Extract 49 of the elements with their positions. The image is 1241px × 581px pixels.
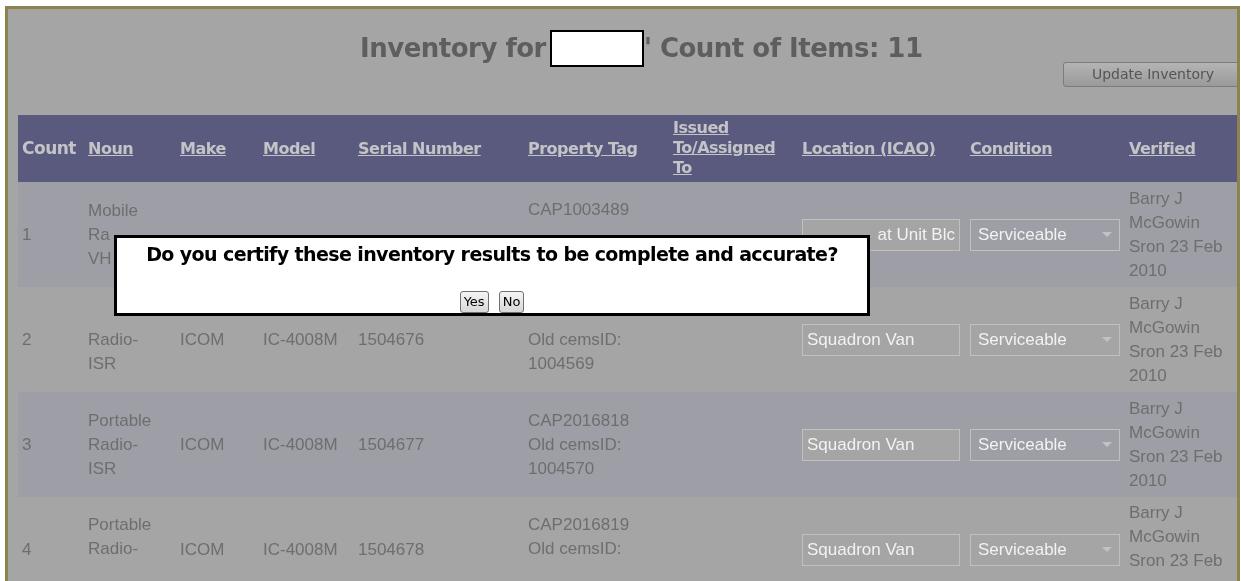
column-sort-link[interactable]: Property Tag (528, 138, 638, 159)
dropdown-caret-icon (1102, 232, 1112, 237)
cell-text: Mobile (88, 199, 139, 222)
dialog-button[interactable]: Yes (459, 290, 489, 313)
dialog-button[interactable]: No (498, 290, 525, 313)
condition-dropdown[interactable]: Serviceable (970, 323, 1120, 356)
condition-dropdown[interactable]: Serviceable (970, 218, 1120, 251)
cell-text: 1004570 (528, 457, 595, 480)
column-sort-link[interactable]: Location (ICAO) (802, 138, 936, 159)
cell-text: McGowin (1129, 421, 1200, 444)
cell-text: McGowin (1129, 211, 1200, 234)
condition-dropdown[interactable]: Serviceable (970, 428, 1120, 461)
cell-text: 3 (22, 433, 32, 456)
cell-text: Barry J (1129, 397, 1183, 420)
cell-text: IC-4008M (263, 433, 338, 456)
page-title: ' Count of Items: 11 (643, 32, 923, 65)
dropdown-caret-icon (1102, 337, 1112, 342)
location-field[interactable]: Squadron Van (802, 323, 960, 356)
column-sort-link[interactable]: Issued To/Assigned To (673, 117, 785, 178)
update-inventory-button[interactable]: Update Inventory (1063, 62, 1237, 87)
location-field[interactable]: Squadron Van (802, 533, 960, 566)
cell-text: CAP1003489 (528, 199, 630, 221)
column-sort-link[interactable]: Verified (1129, 138, 1196, 159)
cell-text: 2010 (1129, 469, 1167, 492)
cell-text: 2010 (1129, 259, 1167, 282)
cell-text: Ra (88, 223, 110, 246)
cell-text: VH (88, 247, 112, 270)
column-sort-link[interactable]: Serial Number (358, 138, 481, 159)
column-sort-link[interactable]: Noun (88, 138, 134, 159)
cell-text: Sron 23 Feb (1129, 445, 1223, 468)
cell-text: Barry J (1129, 187, 1183, 210)
page-title: Inventory for (360, 32, 546, 65)
column-header: Count (22, 136, 76, 160)
column-sort-link[interactable]: Model (263, 138, 316, 159)
cell-text: ISR (88, 457, 117, 480)
cell-text: Sron 23 Feb (1129, 235, 1223, 258)
cell-text: Portable (88, 409, 152, 432)
cell-text: 1504677 (358, 433, 425, 456)
location-field[interactable]: Squadron Van (802, 428, 960, 461)
cell-text: Radio- (88, 433, 139, 456)
column-sort-link[interactable]: Make (180, 138, 226, 159)
cell-text: CAP2016818 (528, 409, 630, 432)
condition-dropdown[interactable]: Serviceable (970, 533, 1120, 566)
column-sort-link[interactable]: Condition (970, 138, 1053, 159)
cell-text: 1 (22, 223, 32, 246)
cell-text: Old cemsID: (528, 433, 622, 456)
cell-text: ICOM (180, 433, 225, 456)
dropdown-caret-icon (1102, 442, 1112, 447)
dropdown-caret-icon (1102, 547, 1112, 552)
